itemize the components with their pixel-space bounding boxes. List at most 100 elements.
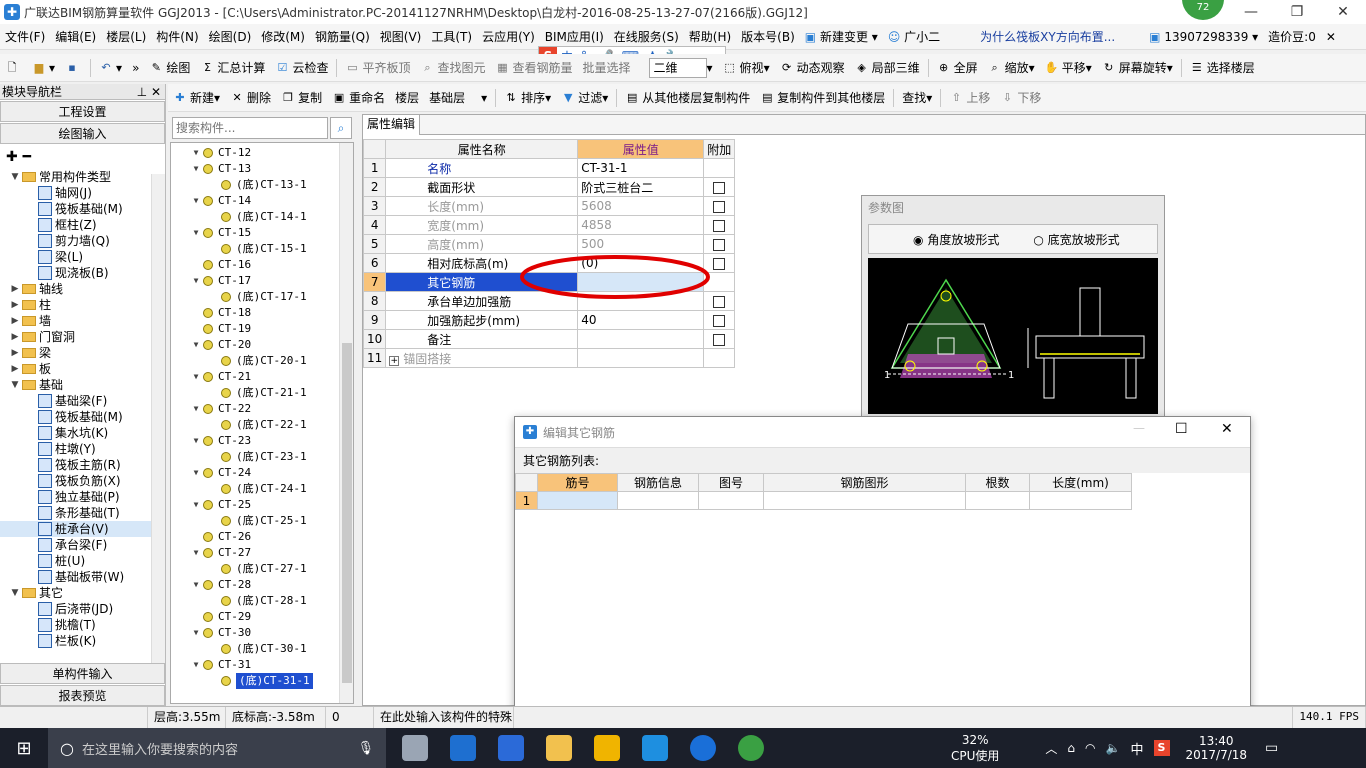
chevron-down-icon[interactable]: ▼ (191, 225, 201, 241)
extra-checkbox[interactable] (713, 295, 726, 308)
rename-button[interactable]: ▣ 重命名 (327, 89, 390, 106)
nav-item[interactable]: 基础板带(W) (0, 569, 151, 585)
extra-checkbox[interactable] (713, 333, 726, 346)
collapse-all-icon[interactable]: ━ (23, 149, 31, 165)
menu-edit[interactable]: 编辑(E) (50, 28, 101, 45)
property-value-cell[interactable]: 阶式三桩台二 (577, 177, 705, 197)
table-row[interactable]: 11 + 锚固搭接 (362, 348, 736, 368)
component-item[interactable]: (底)CT-24-1 (171, 481, 353, 497)
component-item[interactable]: (底)CT-28-1 (171, 593, 353, 609)
component-item[interactable]: CT-19 (171, 321, 353, 337)
chevron-right-icon[interactable]: ▶ (10, 281, 20, 297)
chevron-down-icon[interactable]: ▼ (191, 401, 201, 417)
component-item[interactable]: ▼ CT-15 (171, 225, 353, 241)
radio-angle-slope[interactable]: ◉ 角度放坡形式 (913, 231, 999, 248)
tray-chevron-icon[interactable]: ︿ (1045, 740, 1057, 757)
chevron-down-icon[interactable]: ▼ (10, 585, 20, 601)
wifi-icon[interactable]: ◠ (1085, 741, 1095, 755)
nav-folder[interactable]: ▶ 门窗洞 (0, 329, 151, 345)
property-name-cell[interactable]: 截面形状 (385, 177, 579, 197)
component-item[interactable]: ▼ CT-27 (171, 545, 353, 561)
property-value-cell[interactable]: 4858 (577, 215, 705, 235)
component-item[interactable]: (底)CT-13-1 (171, 177, 353, 193)
score-badge[interactable]: 72 (1182, 0, 1224, 20)
property-name-cell[interactable]: + 锚固搭接 (385, 348, 579, 368)
chevron-down-icon[interactable]: ▼ (191, 657, 201, 673)
menu-draw[interactable]: 绘图(D) (204, 28, 257, 45)
component-scroll-thumb[interactable] (342, 343, 352, 683)
property-value-cell[interactable] (577, 329, 705, 349)
nav-folder[interactable]: ▶ 墙 (0, 313, 151, 329)
refresh-app-icon[interactable] (738, 735, 764, 761)
property-name-cell[interactable]: 名称 (385, 158, 579, 178)
chevron-right-icon[interactable]: ▶ (10, 361, 20, 377)
nav-item[interactable]: 后浇带(JD) (0, 601, 151, 617)
nav-folder[interactable]: ▼ 其它 (0, 585, 151, 601)
component-item[interactable]: ▼ CT-24 (171, 465, 353, 481)
windows-start-icon[interactable]: ⊞ (0, 738, 48, 759)
copy-from-floor-button[interactable]: ▤ 从其他楼层复制构件 (620, 89, 755, 106)
sort-button[interactable]: ⇅ 排序 ▾ (499, 89, 556, 106)
nav-item[interactable]: 桩承台(V) (0, 521, 151, 537)
component-item[interactable]: ▼ CT-25 (171, 497, 353, 513)
batch-select-button[interactable]: 批量选择 (578, 59, 636, 76)
component-item[interactable]: (底)CT-30-1 (171, 641, 353, 657)
component-item[interactable]: ▼ CT-22 (171, 401, 353, 417)
extra-checkbox[interactable] (713, 238, 726, 251)
extra-checkbox[interactable] (713, 219, 726, 232)
taskbar-search-box[interactable]: ○ 在这里输入你要搜索的内容 🎙 (48, 728, 386, 768)
question-link[interactable]: 为什么筏板XY方向布置... (975, 28, 1120, 45)
tab-property-edit[interactable]: 属性编辑 (363, 115, 421, 135)
ime-indicator[interactable]: 中 (1130, 739, 1143, 758)
close-menu-icon[interactable]: ✕ (1321, 30, 1341, 44)
nav-item[interactable]: 独立基础(P) (0, 489, 151, 505)
select-floor-button[interactable]: ☰ 选择楼层 (1185, 59, 1260, 76)
single-component-input-button[interactable]: 单构件输入 (0, 663, 165, 684)
view-mode-select[interactable]: 二维 ▾ (644, 57, 718, 78)
filter-button[interactable]: ▼ 过滤 ▾ (556, 89, 613, 106)
draw-button[interactable]: ✎ 绘图 (144, 59, 195, 76)
user-account[interactable]: ▣ 13907298339 ▾ (1144, 30, 1263, 44)
move-down-button[interactable]: ⇩ 下移 (995, 89, 1046, 106)
move-up-button[interactable]: ⇧ 上移 (944, 89, 995, 106)
glodon-app-icon[interactable] (642, 735, 668, 761)
menu-version[interactable]: 版本号(B) (736, 28, 800, 45)
chevron-down-icon[interactable]: ▼ (191, 497, 201, 513)
chevron-down-icon[interactable]: ▼ (191, 545, 201, 561)
component-item[interactable]: (底)CT-21-1 (171, 385, 353, 401)
cpu-usage[interactable]: 32% CPU使用 (951, 733, 999, 764)
table-row[interactable]: 3 长度(mm) 5608 (362, 196, 736, 216)
table-row[interactable]: 5 高度(mm) 500 (362, 234, 736, 254)
component-item[interactable]: ▼ CT-21 (171, 369, 353, 385)
nav-item[interactable]: 柱墩(Y) (0, 441, 151, 457)
maximize-icon[interactable]: ❐ (1274, 0, 1320, 24)
search-icon[interactable]: ⌕ (330, 117, 352, 139)
minimize-icon[interactable]: — (1228, 0, 1274, 24)
nav-item[interactable]: 筏板基础(M) (0, 201, 151, 217)
menu-file[interactable]: 文件(F) (0, 28, 50, 45)
microphone-icon[interactable]: 🎙 (357, 741, 374, 756)
new-change-button[interactable]: ▣ 新建变更 ▾ (800, 28, 883, 45)
component-item[interactable]: (底)CT-15-1 (171, 241, 353, 257)
table-row[interactable]: 1 名称 CT-31-1 (362, 158, 736, 178)
cell-count[interactable] (965, 491, 1030, 510)
cost-beans[interactable]: 造价豆:0 (1263, 28, 1321, 45)
align-slab-top-button[interactable]: ▭ 平齐板顶 (340, 59, 415, 76)
dynamic-view-button[interactable]: ⟳ 动态观察 (775, 59, 850, 76)
nav-item[interactable]: 条形基础(T) (0, 505, 151, 521)
nav-item[interactable]: 挑檐(T) (0, 617, 151, 633)
report-preview-button[interactable]: 报表预览 (0, 685, 165, 706)
new-component-button[interactable]: ✚ 新建 ▾ (168, 89, 225, 106)
nav-item[interactable]: 集水坑(K) (0, 425, 151, 441)
component-item[interactable]: ▼ CT-23 (171, 433, 353, 449)
nav-folder[interactable]: ▶ 轴线 (0, 281, 151, 297)
expand-plus-icon[interactable]: + (389, 355, 400, 366)
component-item[interactable]: ▼ CT-20 (171, 337, 353, 353)
property-value-cell[interactable]: 40 (577, 310, 705, 330)
table-row[interactable]: 2 截面形状 阶式三桩台二 (362, 177, 736, 197)
component-item[interactable]: (底)CT-14-1 (171, 209, 353, 225)
volume-icon[interactable]: 🔈 (1106, 741, 1121, 755)
local-3d-button[interactable]: ◈ 局部三维 (850, 59, 925, 76)
chevron-down-icon[interactable]: ▼ (191, 273, 201, 289)
expand-collapse-all[interactable]: ✚ ━ (0, 145, 165, 169)
